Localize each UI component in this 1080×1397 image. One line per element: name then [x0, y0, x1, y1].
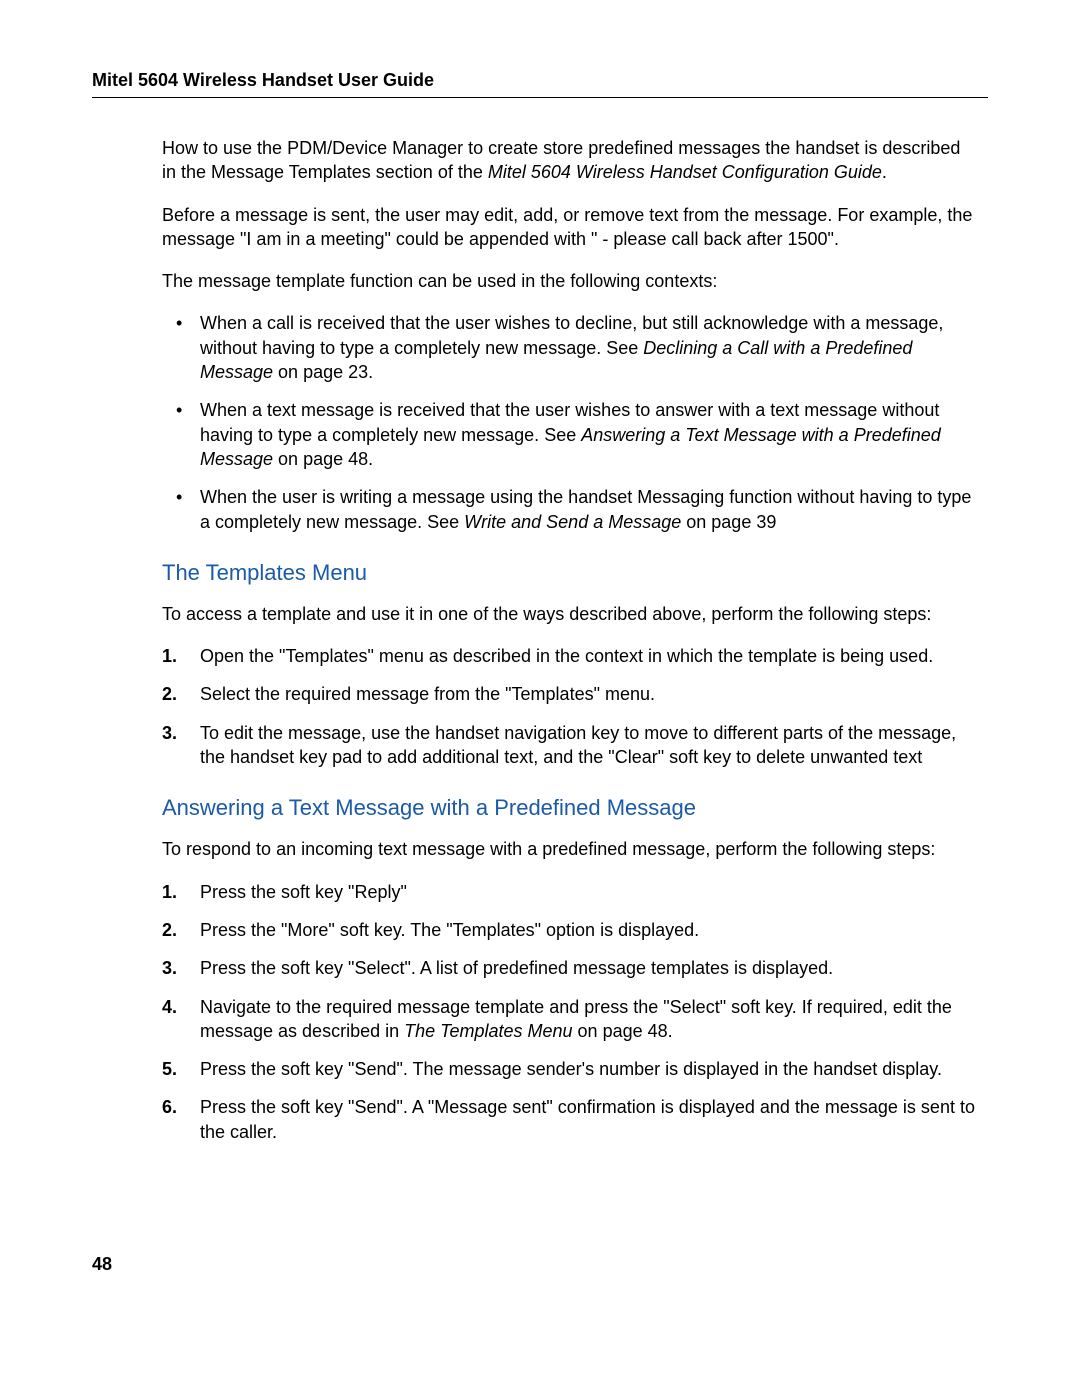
reference-title: Write and Send a Message [464, 512, 681, 532]
section2-steps: Press the soft key "Reply" Press the "Mo… [162, 880, 978, 1144]
list-item: To edit the message, use the handset nav… [162, 721, 978, 770]
page-number: 48 [92, 1254, 988, 1275]
intro-paragraph-2: Before a message is sent, the user may e… [162, 203, 978, 252]
list-item: Press the soft key "Send". A "Message se… [162, 1095, 978, 1144]
intro-paragraph-1: How to use the PDM/Device Manager to cre… [162, 136, 978, 185]
list-item: When a call is received that the user wi… [162, 311, 978, 384]
page-header-title: Mitel 5604 Wireless Handset User Guide [92, 70, 988, 91]
text: on page 48. [573, 1021, 673, 1041]
page-content: How to use the PDM/Device Manager to cre… [92, 136, 988, 1144]
intro-paragraph-3: The message template function can be use… [162, 269, 978, 293]
text: on page 48. [273, 449, 373, 469]
list-item: Press the soft key "Send". The message s… [162, 1057, 978, 1081]
list-item: Open the "Templates" menu as described i… [162, 644, 978, 668]
reference-title: Mitel 5604 Wireless Handset Configuratio… [488, 162, 882, 182]
list-item: When the user is writing a message using… [162, 485, 978, 534]
text: on page 23. [273, 362, 373, 382]
list-item: When a text message is received that the… [162, 398, 978, 471]
list-item: Press the "More" soft key. The "Template… [162, 918, 978, 942]
context-bullet-list: When a call is received that the user wi… [162, 311, 978, 533]
section-heading-templates-menu: The Templates Menu [162, 560, 978, 586]
list-item: Press the soft key "Select". A list of p… [162, 956, 978, 980]
document-page: Mitel 5604 Wireless Handset User Guide H… [0, 0, 1080, 1345]
list-item: Select the required message from the "Te… [162, 682, 978, 706]
section1-intro: To access a template and use it in one o… [162, 602, 978, 626]
header-rule [92, 97, 988, 98]
section2-intro: To respond to an incoming text message w… [162, 837, 978, 861]
text: on page 39 [681, 512, 776, 532]
section-heading-answering-message: Answering a Text Message with a Predefin… [162, 795, 978, 821]
section1-steps: Open the "Templates" menu as described i… [162, 644, 978, 769]
text: . [882, 162, 887, 182]
list-item: Navigate to the required message templat… [162, 995, 978, 1044]
list-item: Press the soft key "Reply" [162, 880, 978, 904]
reference-title: The Templates Menu [404, 1021, 572, 1041]
